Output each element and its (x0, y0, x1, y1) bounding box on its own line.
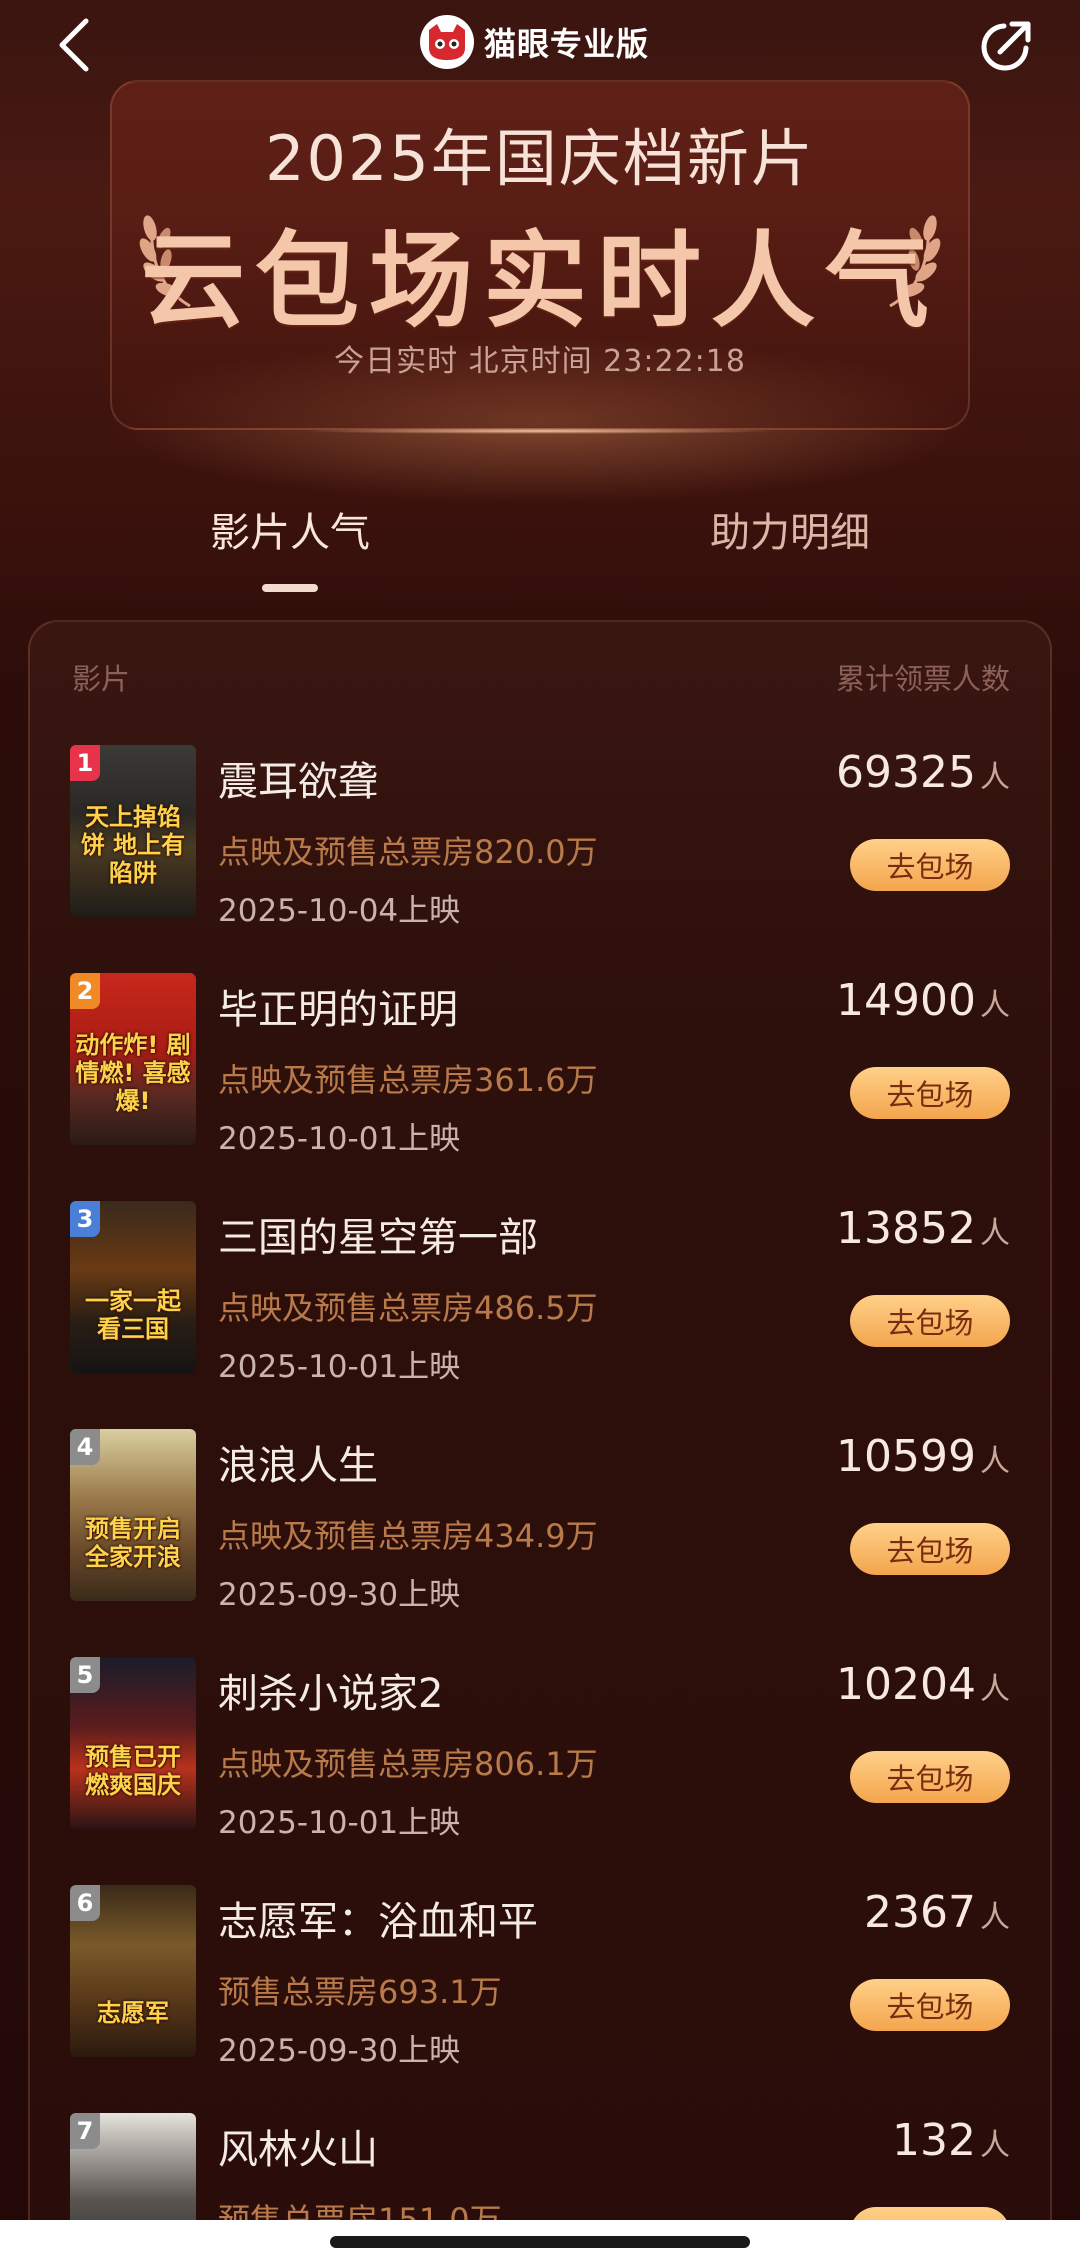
ticket-count-unit: 人 (980, 1216, 1010, 1251)
rank-badge: 7 (70, 2113, 100, 2149)
active-tab-indicator (262, 584, 318, 592)
ticket-count-value: 14900 (836, 975, 976, 1026)
ticket-count-value: 10204 (836, 1659, 976, 1710)
brand: 猫眼专业版 (420, 14, 649, 70)
book-screening-button[interactable]: 去包场 (850, 1751, 1010, 1803)
ticket-count: 132 人 (892, 2115, 1010, 2166)
release-date: 2025-10-01上映 (218, 1805, 461, 1841)
top-bar: 猫眼专业版 (0, 0, 1080, 90)
poster-tagline: 志愿军 (97, 1999, 169, 2027)
ticket-count: 10599 人 (836, 1431, 1010, 1482)
rank-badge: 4 (70, 1429, 100, 1465)
movie-poster[interactable]: 动作炸! 剧情燃! 喜感爆! 2 (70, 973, 196, 1145)
brand-name: 猫眼专业版 (484, 25, 650, 63)
poster-tagline: 天上掉馅饼 地上有陷阱 (80, 803, 186, 887)
list-item[interactable]: 动作炸! 剧情燃! 喜感爆! 2 毕正明的证明 点映及预售总票房361.6万 2… (0, 973, 1080, 1201)
ticket-count-value: 10599 (836, 1431, 976, 1482)
ticket-count-unit: 人 (980, 988, 1010, 1023)
back-button[interactable] (44, 10, 104, 80)
glow-divider (300, 428, 780, 434)
ticket-count-value: 13852 (836, 1203, 976, 1254)
cat-logo-icon (420, 15, 474, 69)
movie-poster[interactable]: 7 (70, 2113, 196, 2220)
rank-badge: 1 (70, 745, 100, 781)
hero-title: 2025年国庆档新片 (265, 122, 815, 195)
rank-badge: 5 (70, 1657, 100, 1693)
ticket-count-value: 132 (892, 2115, 976, 2166)
book-screening-button[interactable]: 去包场 (850, 1067, 1010, 1119)
chevron-left-icon (59, 18, 89, 72)
list-item[interactable]: 天上掉馅饼 地上有陷阱 1 震耳欲聋 点映及预售总票房820.0万 2025-1… (0, 745, 1080, 973)
release-date: 2025-10-01上映 (218, 1349, 461, 1385)
box-office: 点映及预售总票房486.5万 (218, 1289, 598, 1327)
movie-poster[interactable]: 志愿军 6 (70, 1885, 196, 2057)
release-date: 2025-10-01上映 (218, 1121, 461, 1157)
movie-title[interactable]: 震耳欲聋 (218, 749, 378, 807)
rank-badge: 2 (70, 973, 100, 1009)
list-item[interactable]: 预售已开 燃爽国庆 5 刺杀小说家2 点映及预售总票房806.1万 2025-1… (0, 1657, 1080, 1885)
release-date: 2025-09-30上映 (218, 2033, 461, 2069)
ticket-count-unit: 人 (980, 1900, 1010, 1935)
ticket-count: 69325 人 (836, 747, 1010, 798)
movie-poster[interactable]: 天上掉馅饼 地上有陷阱 1 (70, 745, 196, 917)
box-office: 点映及预售总票房806.1万 (218, 1745, 598, 1783)
ticket-count-unit: 人 (980, 1672, 1010, 1707)
column-header-tickets: 累计领票人数 (835, 662, 1010, 696)
poster-tagline: 动作炸! 剧情燃! 喜感爆! (75, 1031, 191, 1115)
box-office: 点映及预售总票房434.9万 (218, 1517, 598, 1555)
share-icon (981, 21, 1031, 71)
movie-title[interactable]: 三国的星空第一部 (218, 1205, 538, 1263)
ticket-count: 10204 人 (836, 1659, 1010, 1710)
movie-poster[interactable]: 预售已开 燃爽国庆 5 (70, 1657, 196, 1829)
poster-tagline: 预售开启 全家开浪 (85, 1515, 181, 1571)
movie-title[interactable]: 风林火山 (218, 2117, 378, 2175)
book-screening-button[interactable]: 去包场 (850, 1523, 1010, 1575)
book-screening-button[interactable]: 去包场 (850, 1979, 1010, 2031)
ticket-count-value: 2367 (864, 1887, 976, 1938)
movie-title[interactable]: 刺杀小说家2 (218, 1661, 443, 1719)
ticket-count-unit: 人 (980, 1444, 1010, 1479)
movie-title[interactable]: 浪浪人生 (218, 1433, 378, 1491)
poster-tagline: 一家一起 看三国 (85, 1287, 181, 1343)
ticket-count-value: 69325 (836, 747, 976, 798)
tab-support-details[interactable]: 助力明细 (710, 500, 870, 558)
tab-movie-popularity[interactable]: 影片人气 (210, 500, 370, 558)
movie-poster[interactable]: 一家一起 看三国 3 (70, 1201, 196, 1373)
rank-badge: 6 (70, 1885, 100, 1921)
ticket-count: 14900 人 (836, 975, 1010, 1026)
box-office: 点映及预售总票房361.6万 (218, 1061, 598, 1099)
box-office: 预售总票房693.1万 (218, 1973, 502, 2011)
list-item[interactable]: 志愿军 6 志愿军：浴血和平 预售总票房693.1万 2025-09-30上映 … (0, 1885, 1080, 2113)
release-date: 2025-10-04上映 (218, 893, 461, 929)
hero-headline: 云包场实时人气 (140, 220, 939, 342)
list-item[interactable]: 一家一起 看三国 3 三国的星空第一部 点映及预售总票房486.5万 2025-… (0, 1201, 1080, 1429)
box-office: 预售总票房151.0万 (218, 2201, 502, 2220)
realtime-clock: 今日实时 北京时间 23:22:18 (334, 344, 746, 379)
movie-title[interactable]: 志愿军：浴血和平 (218, 1889, 538, 1947)
release-date: 2025-09-30上映 (218, 1577, 461, 1613)
poster-tagline: 预售已开 燃爽国庆 (85, 1743, 181, 1799)
ticket-count: 13852 人 (836, 1203, 1010, 1254)
book-screening-button[interactable]: 去包场 (850, 839, 1010, 891)
book-screening-button[interactable]: 去包场 (850, 1295, 1010, 1347)
book-screening-button[interactable]: 去包场 (850, 2207, 1010, 2220)
tab-bar: 影片人气 助力明细 (0, 500, 1080, 600)
home-indicator[interactable] (330, 2236, 750, 2248)
movie-title[interactable]: 毕正明的证明 (218, 977, 458, 1035)
rank-badge: 3 (70, 1201, 100, 1237)
page: 猫眼专业版 2025年国庆档新片 云包场实时人气 今日实时 北京时间 23:22… (0, 0, 1080, 2260)
movie-poster[interactable]: 预售开启 全家开浪 4 (70, 1429, 196, 1601)
list-item[interactable]: 预售开启 全家开浪 4 浪浪人生 点映及预售总票房434.9万 2025-09-… (0, 1429, 1080, 1657)
ticket-count: 2367 人 (864, 1887, 1010, 1938)
ticket-count-unit: 人 (980, 2128, 1010, 2163)
box-office: 点映及预售总票房820.0万 (218, 833, 598, 871)
share-button[interactable] (970, 12, 1040, 82)
ticket-count-unit: 人 (980, 760, 1010, 795)
list-item[interactable]: 7 风林火山 预售总票房151.0万 132 人 去包场 (0, 2113, 1080, 2220)
column-header-movie: 影片 (72, 662, 131, 696)
